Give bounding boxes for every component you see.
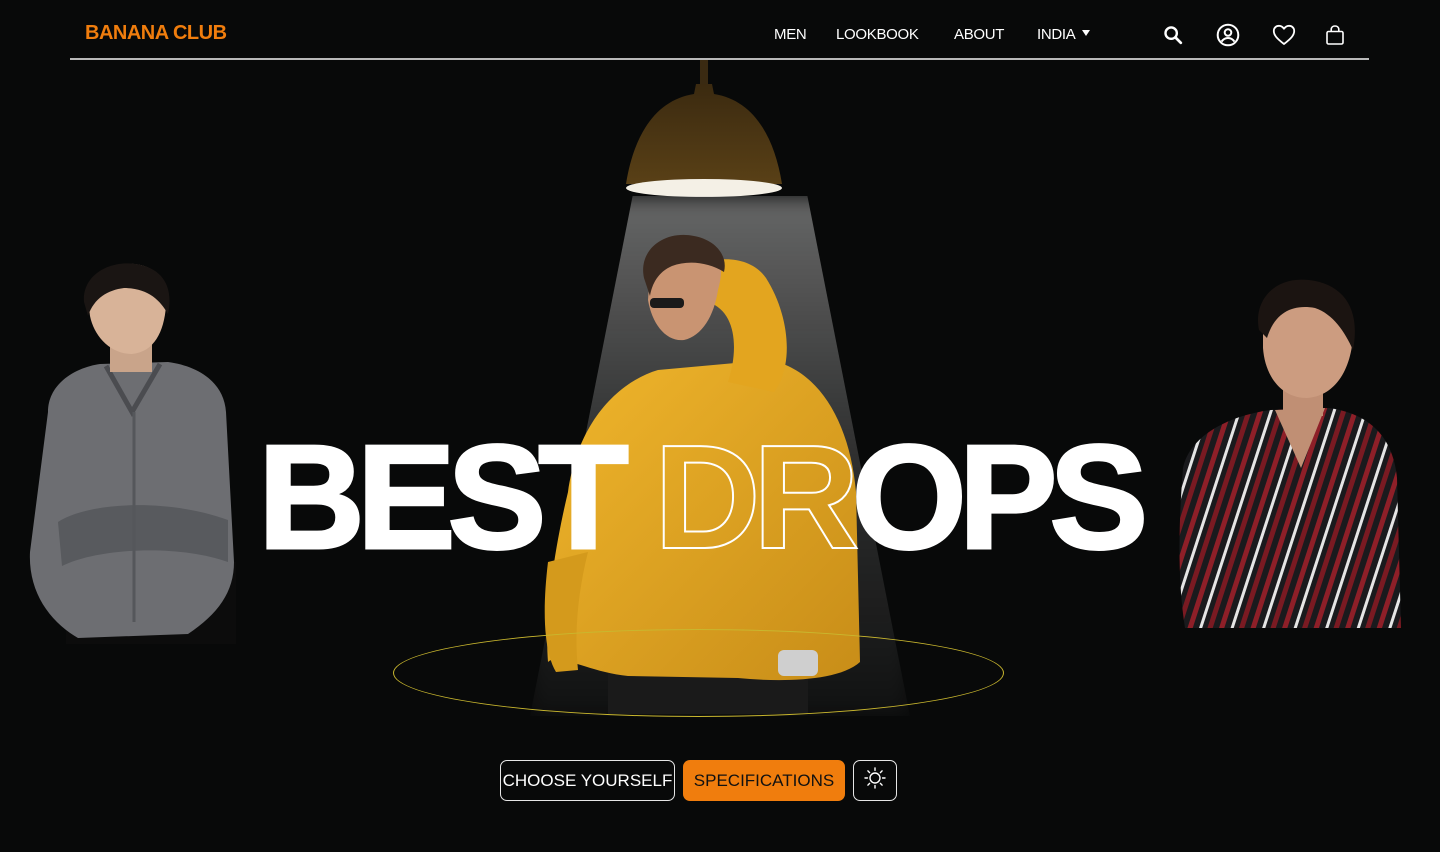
pendant-lamp bbox=[622, 84, 786, 209]
model-left-image bbox=[28, 262, 238, 649]
nav-lookbook[interactable]: LOOKBOOK bbox=[836, 26, 919, 43]
country-selector[interactable]: INDIA bbox=[1037, 26, 1090, 43]
headline-part-3: OPS bbox=[850, 415, 1150, 580]
search-icon[interactable] bbox=[1160, 22, 1186, 48]
heart-icon[interactable] bbox=[1271, 22, 1297, 48]
hero-headline: BEST DROPS bbox=[257, 422, 1150, 573]
sun-icon bbox=[864, 767, 886, 794]
specifications-button[interactable]: SPECIFICATIONS bbox=[683, 760, 845, 801]
country-label: INDIA bbox=[1037, 26, 1076, 43]
user-icon[interactable] bbox=[1215, 22, 1241, 48]
bag-icon[interactable] bbox=[1322, 22, 1348, 48]
stage-ellipse bbox=[393, 629, 1004, 717]
brand-logo[interactable]: BANANA CLUB bbox=[85, 22, 227, 45]
caret-down-icon bbox=[1081, 30, 1090, 37]
site-header: BANANA CLUB MEN LOOKBOOK ABOUT INDIA bbox=[70, 0, 1369, 60]
choose-yourself-button[interactable]: CHOOSE YOURSELF bbox=[500, 760, 675, 801]
model-right-image bbox=[1175, 278, 1403, 633]
nav-men[interactable]: MEN bbox=[774, 26, 807, 43]
theme-toggle-button[interactable] bbox=[853, 760, 897, 801]
headline-part-2: DR bbox=[653, 415, 861, 580]
nav-about[interactable]: ABOUT bbox=[954, 26, 1004, 43]
headline-part-1: BEST bbox=[257, 415, 631, 580]
